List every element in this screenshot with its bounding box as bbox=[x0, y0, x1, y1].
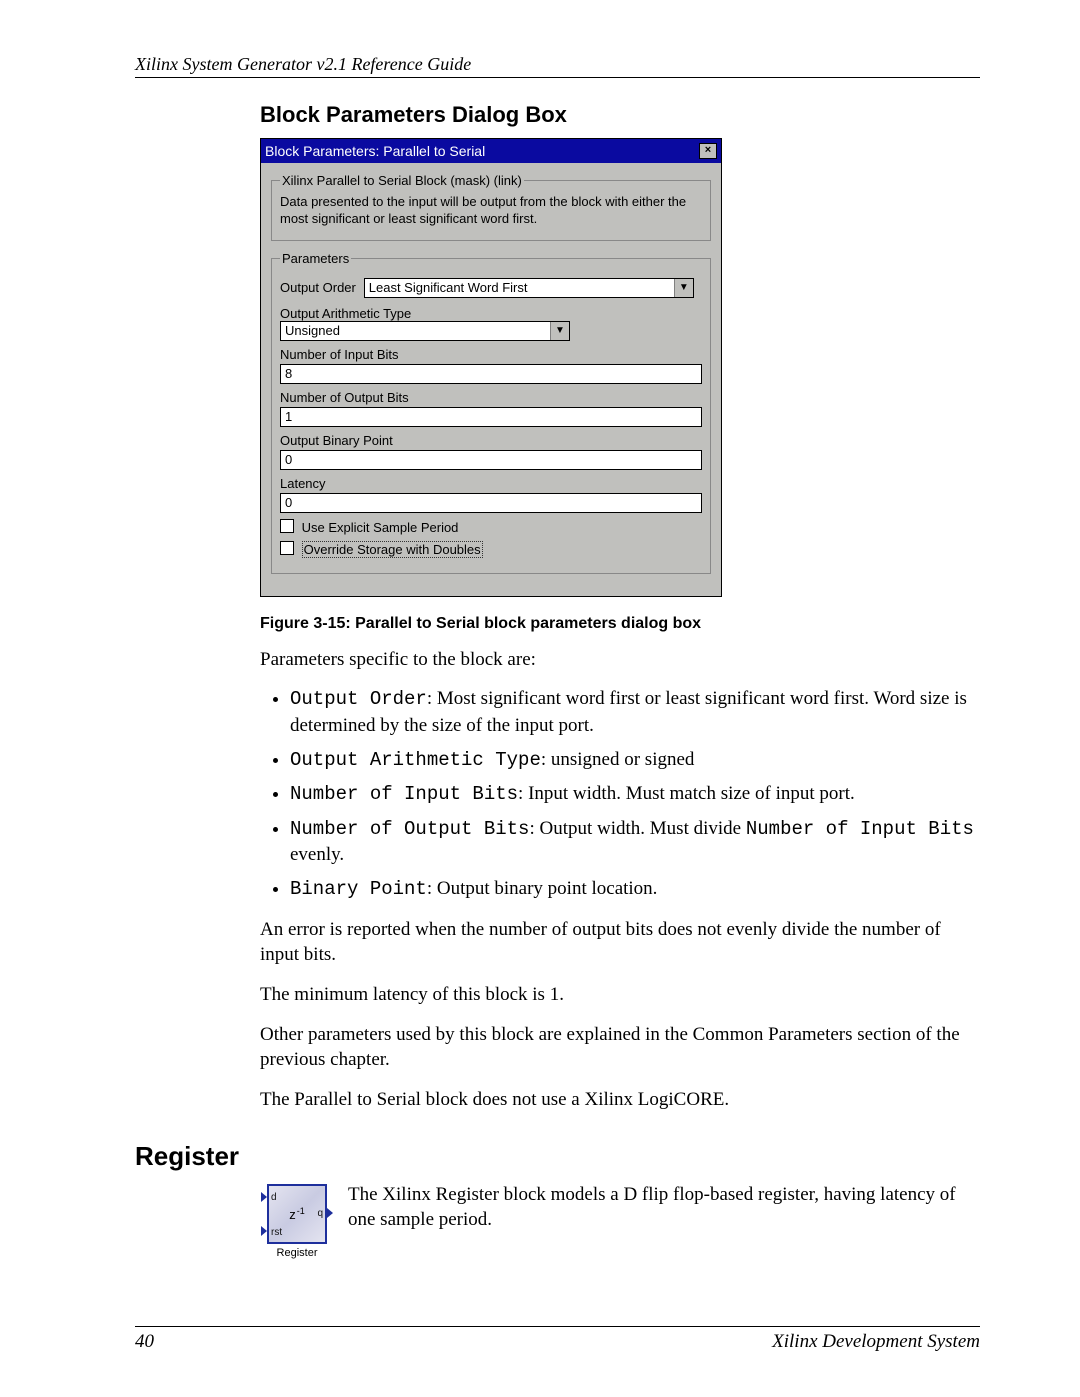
dialog-titlebar: Block Parameters: Parallel to Serial × bbox=[261, 139, 721, 163]
checkbox-override-doubles-label: Override Storage with Doubles bbox=[302, 541, 483, 558]
code-text: Output Order bbox=[290, 688, 427, 710]
output-order-value: Least Significant Word First bbox=[365, 279, 674, 297]
list-item: Number of Input Bits: Input width. Must … bbox=[290, 781, 980, 808]
bp-label: Output Binary Point bbox=[280, 433, 702, 448]
port-rst: rst bbox=[271, 1227, 282, 1238]
code-text: Binary Point bbox=[290, 878, 427, 900]
list-item: Output Arithmetic Type: unsigned or sign… bbox=[290, 747, 980, 774]
code-text: Number of Output Bits bbox=[290, 818, 529, 840]
lat-label: Latency bbox=[280, 476, 702, 491]
paragraph: Other parameters used by this block are … bbox=[260, 1022, 980, 1073]
list-text: : Input width. Must match size of input … bbox=[518, 783, 855, 804]
port-d: d bbox=[271, 1192, 277, 1203]
checkbox-override-doubles[interactable] bbox=[280, 541, 294, 555]
z-label: z-1 bbox=[289, 1206, 305, 1222]
list-item: Number of Output Bits: Output width. Mus… bbox=[290, 816, 980, 868]
arith-type-value: Unsigned bbox=[281, 322, 550, 340]
paragraph: The minimum latency of this block is 1. bbox=[260, 982, 980, 1008]
bp-input[interactable] bbox=[280, 450, 702, 470]
dialog-description: Data presented to the input will be outp… bbox=[280, 194, 702, 228]
register-block-icon: d q rst z-1 Register bbox=[260, 1182, 334, 1259]
dialog-group-description: Xilinx Parallel to Serial Block (mask) (… bbox=[271, 173, 711, 241]
output-order-label: Output Order bbox=[280, 280, 356, 295]
page-number: 40 bbox=[135, 1331, 154, 1353]
code-text: Number of Input Bits bbox=[290, 783, 518, 805]
code-text: Number of Input Bits bbox=[746, 818, 974, 840]
list-text: evenly. bbox=[290, 844, 344, 865]
header-title: Xilinx System Generator v2.1 Reference G… bbox=[135, 54, 471, 74]
output-order-combo[interactable]: Least Significant Word First ▼ bbox=[364, 278, 694, 298]
list-text: : Output width. Must divide bbox=[529, 818, 745, 839]
list-item: Output Order: Most significant word firs… bbox=[290, 686, 980, 738]
dialog-parallel-to-serial: Block Parameters: Parallel to Serial × X… bbox=[260, 138, 722, 597]
nin-input[interactable] bbox=[280, 364, 702, 384]
nin-label: Number of Input Bits bbox=[280, 347, 702, 362]
dialog-title: Block Parameters: Parallel to Serial bbox=[265, 143, 485, 159]
list-text: : Output binary point location. bbox=[427, 878, 658, 899]
page-header: Xilinx System Generator v2.1 Reference G… bbox=[135, 54, 980, 78]
nout-label: Number of Output Bits bbox=[280, 390, 702, 405]
parameter-bullet-list: Output Order: Most significant word firs… bbox=[260, 686, 980, 902]
checkbox-explicit-period[interactable] bbox=[280, 519, 294, 533]
paragraph: The Parallel to Serial block does not us… bbox=[260, 1087, 980, 1113]
dialog-group-parameters: Parameters Output Order Least Significan… bbox=[271, 251, 711, 574]
list-item: Binary Point: Output binary point locati… bbox=[290, 876, 980, 903]
register-icon-caption: Register bbox=[260, 1247, 334, 1259]
checkbox-explicit-period-label: Use Explicit Sample Period bbox=[302, 520, 459, 535]
register-description: The Xilinx Register block models a D fli… bbox=[348, 1182, 980, 1233]
code-text: Output Arithmetic Type bbox=[290, 749, 541, 771]
section-register-title: Register bbox=[135, 1141, 980, 1172]
lat-input[interactable] bbox=[280, 493, 702, 513]
dialog-group-legend: Xilinx Parallel to Serial Block (mask) (… bbox=[280, 173, 524, 188]
port-q: q bbox=[317, 1208, 323, 1219]
chevron-down-icon[interactable]: ▼ bbox=[674, 279, 693, 297]
parameters-legend: Parameters bbox=[280, 251, 351, 266]
page-footer: 40 Xilinx Development System bbox=[135, 1326, 980, 1353]
section-title: Block Parameters Dialog Box bbox=[260, 102, 980, 128]
figure-caption: Figure 3-15: Parallel to Serial block pa… bbox=[260, 615, 980, 633]
arith-type-combo[interactable]: Unsigned ▼ bbox=[280, 321, 570, 341]
paragraph: An error is reported when the number of … bbox=[260, 917, 980, 968]
footer-right: Xilinx Development System bbox=[772, 1331, 980, 1353]
nout-input[interactable] bbox=[280, 407, 702, 427]
close-icon[interactable]: × bbox=[699, 143, 717, 159]
intro-text: Parameters specific to the block are: bbox=[260, 647, 980, 673]
list-text: : unsigned or signed bbox=[541, 749, 695, 770]
arith-type-label: Output Arithmetic Type bbox=[280, 306, 411, 321]
chevron-down-icon[interactable]: ▼ bbox=[550, 322, 569, 340]
